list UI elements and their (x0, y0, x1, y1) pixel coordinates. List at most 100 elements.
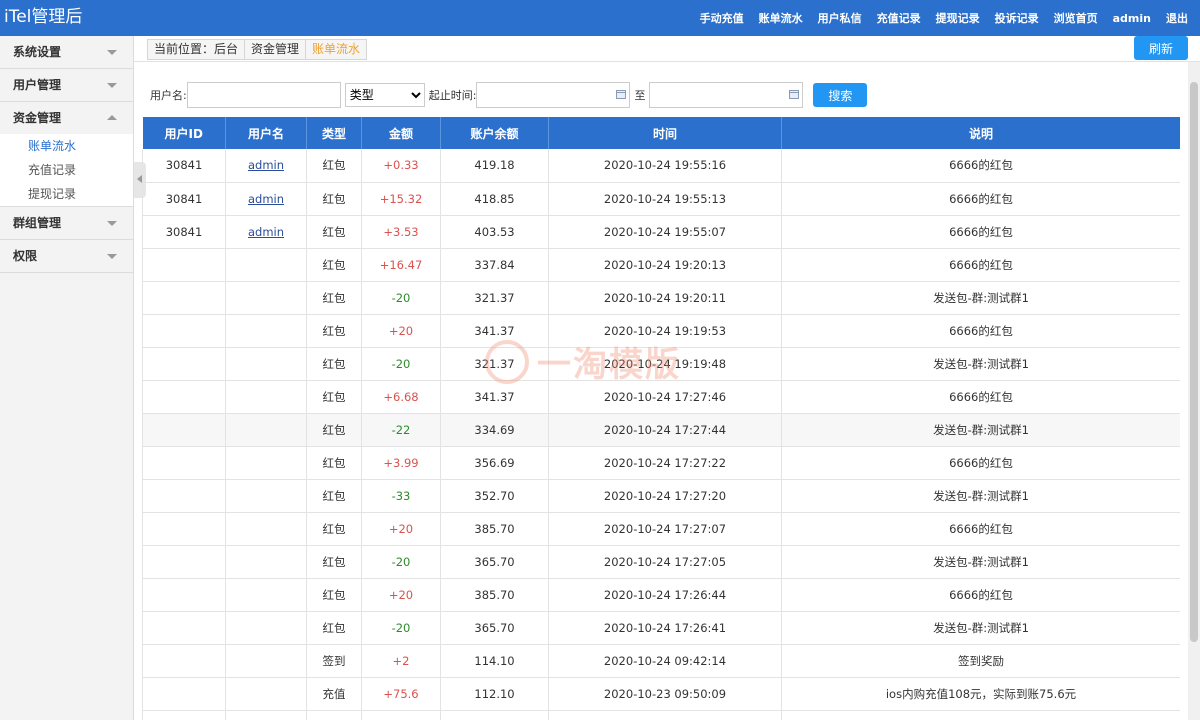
cell-description: 6666的红包 (781, 578, 1180, 612)
nav-browse-home[interactable]: 浏览首页 (1054, 10, 1098, 26)
cell-time: 2020-10-24 19:20:11 (548, 281, 782, 315)
to-label: 至 (634, 89, 646, 102)
cell-amount: -33 (361, 479, 441, 513)
table-row: 30841 admin 红包 +3.53 403.53 2020-10-24 19:55:… (142, 215, 1180, 249)
menu-fund-management[interactable]: 资金管理 (0, 102, 133, 134)
cell-username: admin (225, 182, 307, 216)
cell-amount: -20 (361, 545, 441, 579)
calendar-icon[interactable] (789, 90, 800, 99)
menu-system-settings[interactable]: 系统设置 (0, 36, 133, 68)
cell-user-id (142, 512, 226, 546)
cell-time: 2020-10-24 17:26:41 (548, 611, 782, 645)
nav-manual-recharge[interactable]: 手动充值 (700, 10, 744, 26)
cell-time: 2020-10-24 17:27:20 (548, 479, 782, 513)
cell-type: 红包 (306, 182, 362, 216)
col-description: 说明 (781, 117, 1180, 149)
table-row: 红包 -22 334.69 2020-10-24 17:27:44 发送包-群:测试群1 (142, 413, 1180, 447)
table-row: 充值 +75.6 112.10 2020-10-23 09:50:09 ios内购充值1… (142, 677, 1180, 711)
sidebar-item-recharge-records[interactable]: 充值记录 (0, 158, 133, 182)
nav-withdraw-records[interactable]: 提现记录 (936, 10, 980, 26)
nav-bill-flow[interactable]: 账单流水 (759, 10, 803, 26)
cell-time: 2020-10-24 17:26:44 (548, 578, 782, 612)
username-input[interactable] (186, 82, 341, 108)
cell-time: 2020-10-24 19:55:07 (548, 215, 782, 249)
cell-balance: 418.85 (440, 182, 549, 216)
cell-username (225, 545, 307, 579)
menu-group-system: 系统设置 (0, 36, 133, 69)
username-link[interactable]: admin (248, 225, 284, 239)
breadcrumb-funds[interactable]: 资金管理 (245, 40, 307, 59)
cell-amount: +2 (361, 644, 441, 678)
cell-user-id (142, 677, 226, 711)
scroll-thumb[interactable] (1190, 82, 1198, 642)
sidebar-item-withdraw-records[interactable]: 提现记录 (0, 182, 133, 206)
cell-username (225, 413, 307, 447)
cell-user-id (142, 347, 226, 381)
cell-user-id (142, 479, 226, 513)
cell-time: 2020-10-24 19:19:53 (548, 314, 782, 348)
refresh-button[interactable]: 刷新 (1134, 36, 1188, 60)
cell-amount: -20 (361, 347, 441, 381)
table-row: 红包 -33 352.70 2020-10-24 17:27:20 发送包-群:测试群1 (142, 479, 1180, 513)
bill-table-wrap: 用户ID 用户名 类型 金额 账户余额 时间 说明 30841 admin 红包 +0… (142, 117, 1180, 720)
time-range-label: 起止时间: (428, 89, 477, 102)
cell-username (225, 611, 307, 645)
menu-permissions[interactable]: 权限 (0, 240, 133, 272)
breadcrumb-location[interactable]: 当前位置：后台 (148, 40, 246, 59)
nav-user-messages[interactable]: 用户私信 (818, 10, 862, 26)
cell-amount: +0.33 (361, 149, 441, 183)
cell-username (225, 347, 307, 381)
cell-description: 签到奖励 (781, 644, 1180, 678)
cell-type: 红包 (306, 347, 362, 381)
col-type: 类型 (306, 117, 362, 149)
cell-amount: +3.53 (361, 215, 441, 249)
table-row: 30841 admin 红包 +15.32 418.85 2020-10-24 19:55… (142, 182, 1180, 216)
cell-username (225, 512, 307, 546)
cell-amount: +6.68 (361, 380, 441, 414)
cell-description: 发送包-群:测试群1 (781, 611, 1180, 645)
nav-complaint-records[interactable]: 投诉记录 (995, 10, 1039, 26)
menu-label: 系统设置 (13, 45, 62, 59)
menu-group-users: 用户管理 (0, 69, 133, 102)
cell-user-id (142, 413, 226, 447)
cell-balance: 419.18 (440, 149, 549, 183)
search-button[interactable]: 搜索 (813, 83, 868, 107)
cell-user-id: 30841 (142, 215, 226, 249)
cell-type: 红包 (306, 314, 362, 348)
username-link[interactable]: admin (248, 158, 284, 172)
menu-group-groups: 群组管理 (0, 207, 133, 240)
type-select[interactable]: 类型 (344, 83, 425, 107)
cell-balance: 385.70 (440, 512, 549, 546)
cell-balance: 341.37 (440, 314, 549, 348)
cell-time: 2020-10-24 17:27:46 (548, 380, 782, 414)
cell-description: 6666的红包 (781, 446, 1180, 480)
cell-time: 2020-10-23 09:50:09 (548, 677, 782, 711)
cell-time: 2020-10-24 19:55:13 (548, 182, 782, 216)
cell-user-id (142, 314, 226, 348)
vertical-scrollbar[interactable] (1188, 62, 1200, 720)
nav-logout[interactable]: 退出 (1166, 10, 1188, 26)
cell-amount: +75.6 (361, 677, 441, 711)
col-time: 时间 (548, 117, 782, 149)
menu-user-management[interactable]: 用户管理 (0, 69, 133, 101)
sidebar-item-bill-flow[interactable]: 账单流水 (0, 134, 133, 158)
nav-recharge-records[interactable]: 充值记录 (877, 10, 921, 26)
menu-group-funds: 资金管理 账单流水 充值记录 提现记录 (0, 102, 133, 207)
table-row: 红包 -20 365.70 2020-10-24 17:27:05 发送包-群:测试群1 (142, 545, 1180, 579)
cell-type: 红包 (306, 578, 362, 612)
end-date-input[interactable] (649, 82, 804, 108)
cell-type: 红包 (306, 479, 362, 513)
cell-amount: +20 (361, 578, 441, 612)
menu-group-management[interactable]: 群组管理 (0, 207, 133, 239)
cell-description: 发送包-群:测试群1 (781, 347, 1180, 381)
cell-balance: 365.70 (440, 545, 549, 579)
calendar-icon[interactable] (616, 90, 627, 99)
start-date-input[interactable] (476, 82, 631, 108)
cell-time: 2020-10-24 17:27:07 (548, 512, 782, 546)
nav-admin-user[interactable]: admin (1113, 12, 1151, 25)
cell-user-id: 30841 (142, 149, 226, 183)
cell-username (225, 578, 307, 612)
menu-label: 用户管理 (13, 78, 62, 92)
cell-user-id (142, 611, 226, 645)
username-link[interactable]: admin (248, 192, 284, 206)
